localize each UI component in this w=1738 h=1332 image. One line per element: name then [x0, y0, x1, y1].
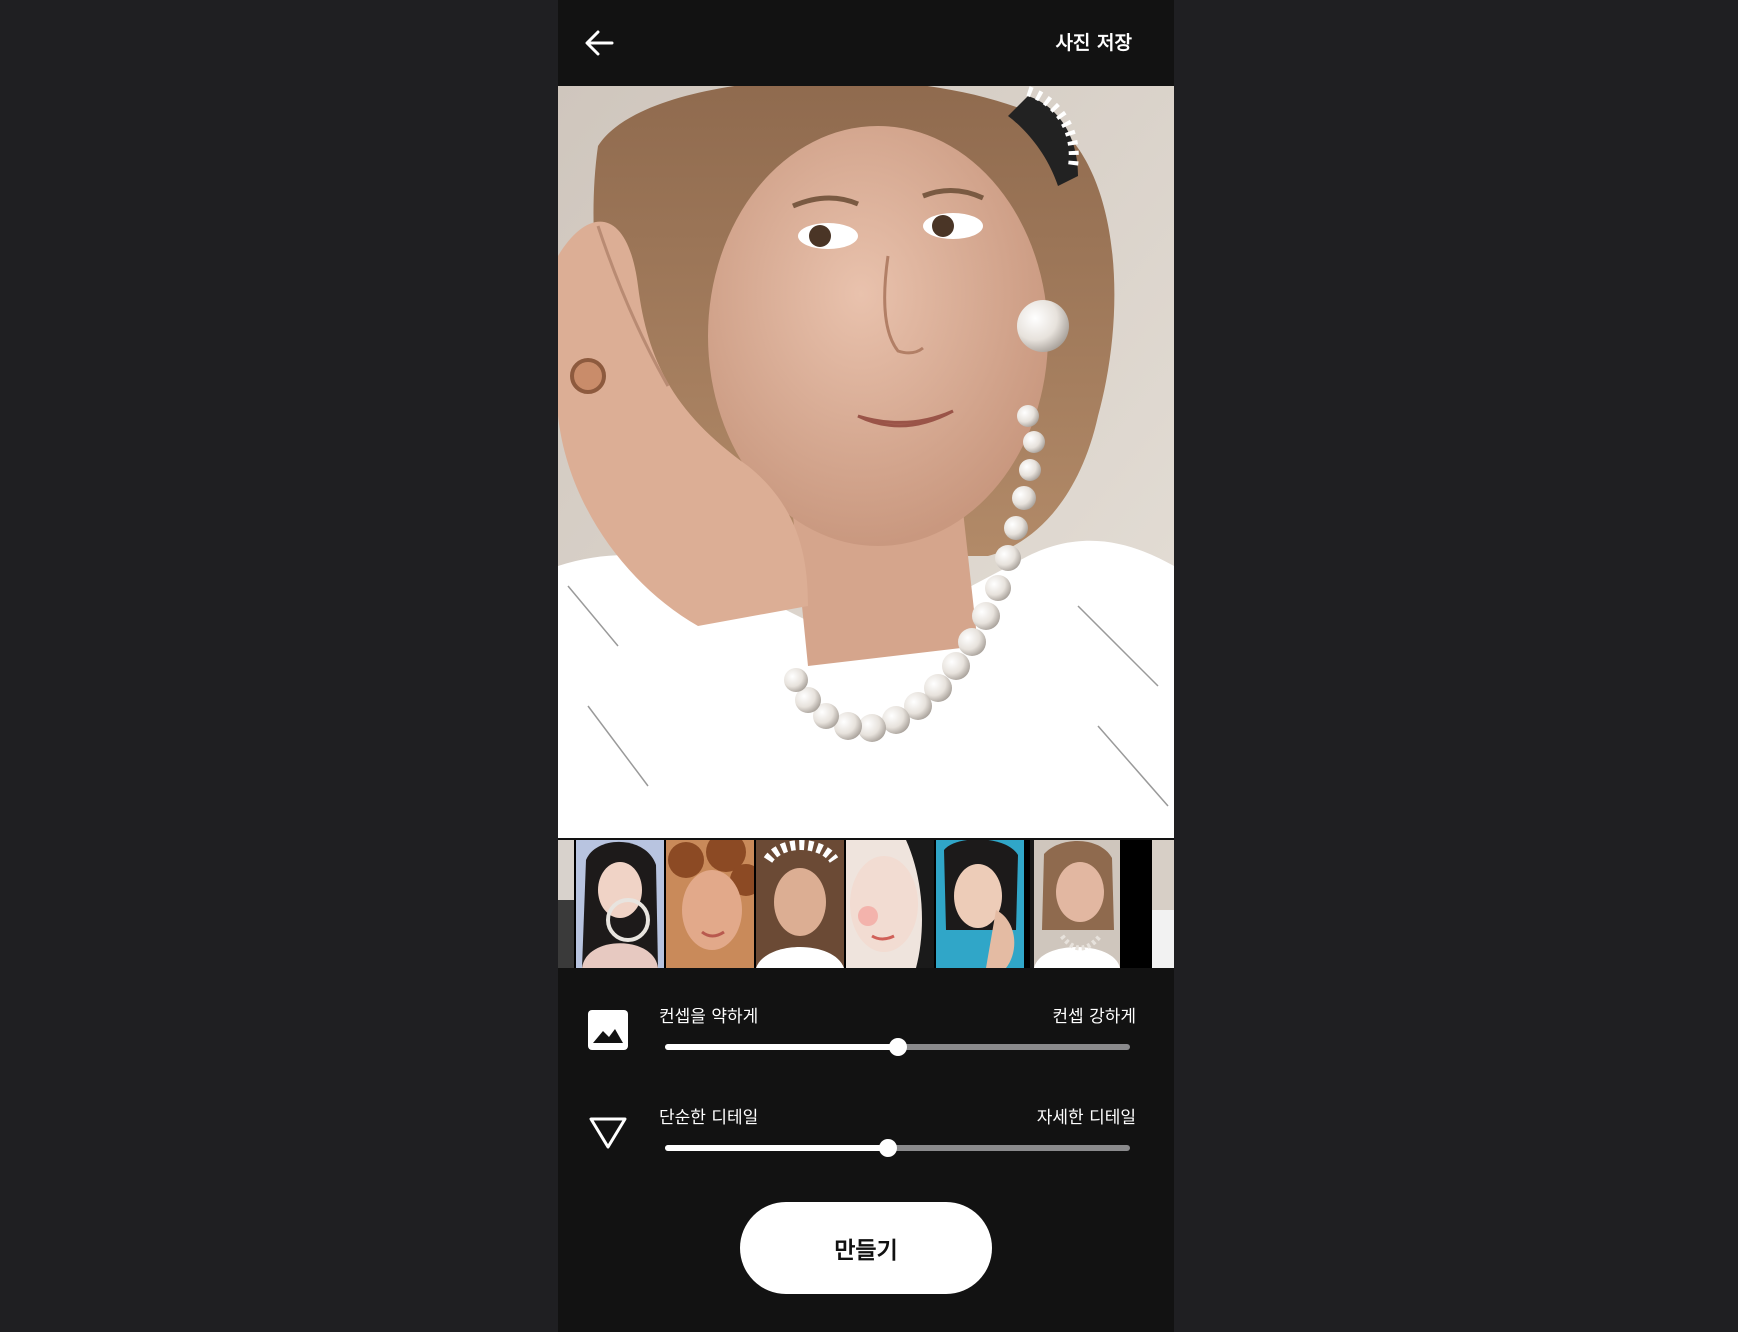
- triangle-down-icon: [586, 1111, 630, 1155]
- detail-slider-handle[interactable]: [879, 1139, 898, 1157]
- concept-slider-handle[interactable]: [888, 1038, 907, 1056]
- detail-slider-row: 단순한 디테일 자세한 디테일: [558, 1103, 1174, 1183]
- thumbnail-1[interactable]: [576, 840, 664, 968]
- thumbnail-3[interactable]: [756, 840, 844, 968]
- thumbnail-partial-right[interactable]: [1152, 840, 1174, 968]
- concept-slider-fill: [665, 1044, 898, 1050]
- top-bar: 사진 저장: [558, 0, 1174, 86]
- app-screen: 사진 저장 컨셉을 약하게 컨셉 강하게 단순한 디테일 자세한 디테일 만들기: [558, 0, 1174, 1332]
- concept-weak-label: 컨셉을 약하게: [659, 1007, 759, 1027]
- detail-slider[interactable]: [665, 1139, 1130, 1157]
- back-button[interactable]: [580, 24, 618, 62]
- save-photo-button[interactable]: 사진 저장: [1055, 28, 1132, 55]
- detail-detailed-label: 자세한 디테일: [1036, 1108, 1136, 1128]
- thumbnail-5[interactable]: [936, 840, 1024, 968]
- detail-slider-fill: [665, 1145, 889, 1151]
- main-photo: [558, 86, 1174, 838]
- detail-simple-label: 단순한 디테일: [659, 1108, 759, 1128]
- make-button[interactable]: 만들기: [740, 1202, 992, 1294]
- concept-strong-label: 컨셉 강하게: [1052, 1007, 1136, 1027]
- thumbnail-6[interactable]: [1030, 840, 1120, 968]
- concept-slider[interactable]: [665, 1038, 1130, 1056]
- image-icon: [586, 1008, 630, 1052]
- concept-slider-row: 컨셉을 약하게 컨셉 강하게: [558, 1002, 1174, 1082]
- thumbnail-partial-left[interactable]: [558, 840, 574, 968]
- thumbnail-4[interactable]: [846, 840, 934, 968]
- thumbnail-2[interactable]: [666, 840, 754, 968]
- arrow-left-icon: [585, 30, 614, 56]
- style-thumbnail-strip: [558, 840, 1174, 968]
